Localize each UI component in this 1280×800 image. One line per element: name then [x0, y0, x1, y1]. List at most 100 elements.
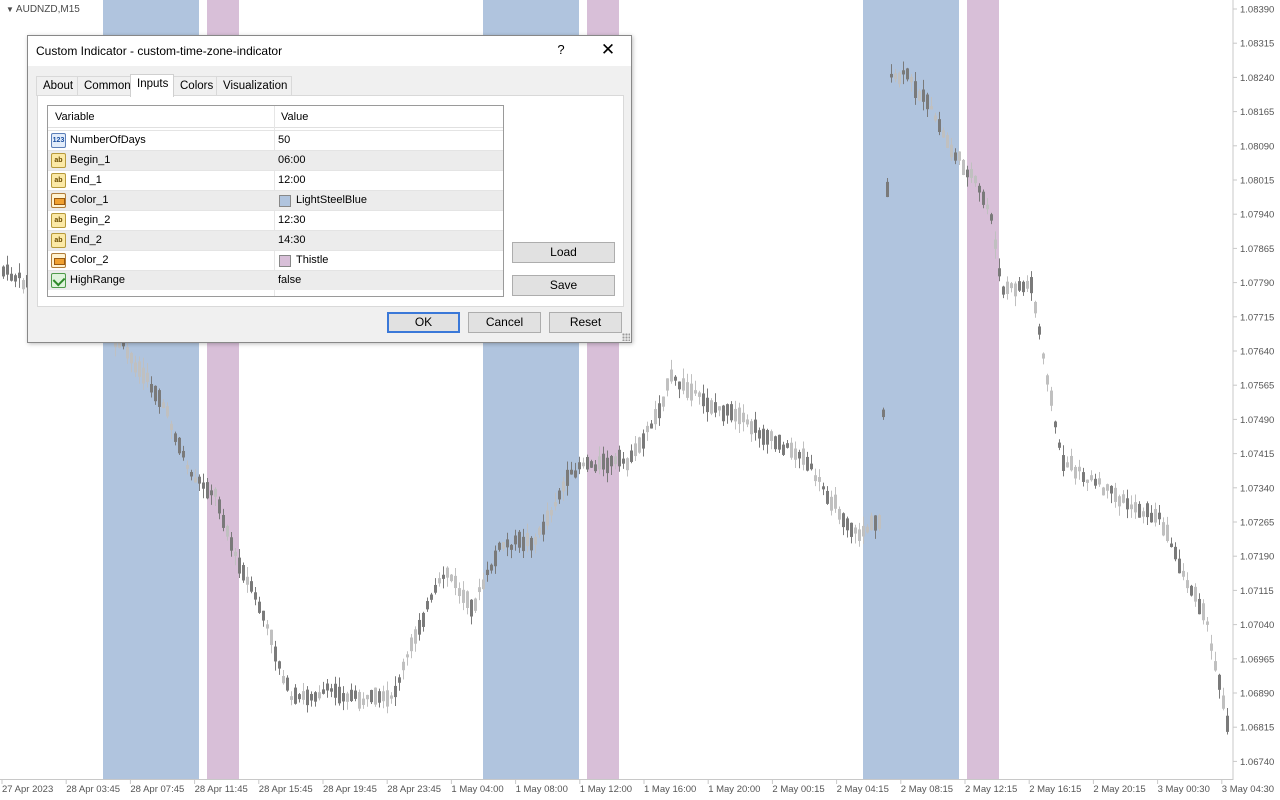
candle-body [726, 404, 729, 416]
candle-body [754, 419, 757, 433]
candle-body [290, 696, 293, 700]
table-row[interactable]: Color_2 Thistle [48, 250, 503, 270]
candle-body [170, 423, 173, 431]
table-row[interactable]: 123 NumberOfDays 50 [48, 130, 503, 150]
candle-body [694, 390, 697, 394]
chevron-down-icon[interactable]: ▼ [6, 5, 14, 14]
candle-body [1174, 546, 1177, 560]
candle-body [402, 661, 405, 671]
dialog-titlebar[interactable]: Custom Indicator - custom-time-zone-indi… [28, 36, 631, 66]
help-icon[interactable]: ? [553, 42, 569, 57]
ok-button[interactable]: OK [387, 312, 460, 333]
price-tick-label: 1.07265 [1240, 518, 1274, 529]
tab-visualization[interactable]: Visualization [216, 76, 292, 96]
time-tick-label: 3 May 00:30 [1158, 784, 1210, 795]
color-swatch[interactable] [279, 195, 291, 207]
tab-about[interactable]: About [36, 76, 78, 96]
resize-grip-icon[interactable] [622, 333, 630, 341]
cancel-button[interactable]: Cancel [468, 312, 541, 333]
candle-body [438, 578, 441, 584]
candle-body [774, 436, 777, 450]
row-value[interactable]: 12:00 [278, 174, 306, 186]
candle-body [138, 361, 141, 377]
time-tick-label: 2 May 04:15 [837, 784, 889, 795]
candle-body [418, 619, 421, 635]
tab-colors[interactable]: Colors [173, 76, 217, 96]
reset-button[interactable]: Reset [549, 312, 622, 333]
candle-body [666, 378, 669, 391]
row-value[interactable]: Thistle [296, 254, 328, 266]
candle-body [294, 687, 297, 704]
candle-body [1098, 478, 1101, 485]
row-value[interactable]: LightSteelBlue [296, 194, 367, 206]
color-swatch[interactable] [279, 255, 291, 267]
candle-body [314, 692, 317, 702]
candle-body [322, 689, 325, 694]
tab-inputs[interactable]: Inputs [130, 74, 174, 97]
boolean-type-icon [51, 273, 66, 288]
candle-body [310, 693, 313, 701]
string-type-icon: ab [51, 153, 66, 168]
candle-body [1182, 570, 1185, 577]
row-value[interactable]: false [278, 274, 301, 286]
candle-body [1090, 475, 1093, 481]
candle-body [254, 592, 257, 600]
price-tick-label: 1.07865 [1240, 244, 1274, 255]
table-row[interactable]: ab Begin_1 06:00 [48, 150, 503, 170]
candle-body [398, 677, 401, 683]
time-tick-label: 28 Apr 11:45 [195, 784, 248, 795]
candle-body [18, 272, 21, 279]
dialog-title: Custom Indicator - custom-time-zone-indi… [36, 44, 283, 58]
candle-body [670, 369, 673, 382]
row-value[interactable]: 50 [278, 134, 290, 146]
column-header-value[interactable]: Value [281, 111, 308, 123]
candle-body [1066, 462, 1069, 468]
candle-body [534, 536, 537, 545]
time-tick-label: 2 May 12:15 [965, 784, 1017, 795]
price-tick-label: 1.06890 [1240, 689, 1274, 700]
candle-body [866, 526, 869, 533]
table-row[interactable]: ab End_2 14:30 [48, 230, 503, 250]
candle-body [614, 456, 617, 465]
row-value[interactable]: 14:30 [278, 234, 306, 246]
tab-common[interactable]: Common [77, 76, 131, 96]
table-row[interactable]: Color_1 LightSteelBlue [48, 190, 503, 210]
candle-body [166, 406, 169, 417]
save-button[interactable]: Save [512, 275, 615, 296]
time-tick-label: 28 Apr 15:45 [259, 784, 313, 795]
candle-body [998, 268, 1001, 277]
close-icon[interactable]: ✕ [599, 40, 617, 60]
time-tick-label: 27 Apr 2023 [2, 784, 53, 795]
candle-body [1162, 522, 1165, 536]
time-tick-label: 28 Apr 23:45 [387, 784, 441, 795]
candle-body [926, 94, 929, 110]
symbol-text: AUDNZD,M15 [15, 4, 80, 15]
candle-body [538, 527, 541, 535]
time-tick-label: 1 May 08:00 [516, 784, 568, 795]
table-row[interactable]: ab Begin_2 12:30 [48, 210, 503, 230]
candle-body [374, 687, 377, 705]
candle-body [846, 518, 849, 531]
row-value[interactable]: 12:30 [278, 214, 306, 226]
candle-body [950, 144, 953, 158]
custom-indicator-dialog: Custom Indicator - custom-time-zone-indi… [27, 35, 632, 343]
table-row[interactable]: HighRange false [48, 270, 503, 290]
candle-body [218, 499, 221, 514]
column-header-variable[interactable]: Variable [55, 111, 95, 123]
table-row[interactable]: ab End_1 12:00 [48, 170, 503, 190]
candle-body [1022, 281, 1025, 293]
price-tick-label: 1.06815 [1240, 723, 1274, 734]
candle-body [922, 89, 925, 102]
price-tick-label: 1.07940 [1240, 210, 1274, 221]
candle-body [1082, 472, 1085, 482]
time-tick-label: 2 May 20:15 [1093, 784, 1145, 795]
candle-body [1042, 353, 1045, 359]
candle-body [450, 574, 453, 582]
row-value[interactable]: 06:00 [278, 154, 306, 166]
candle-body [330, 688, 333, 692]
load-button[interactable]: Load [512, 242, 615, 263]
time-zone-1-band [863, 0, 959, 779]
candle-body [750, 421, 753, 435]
candle-body [206, 482, 209, 499]
candle-body [986, 204, 989, 210]
